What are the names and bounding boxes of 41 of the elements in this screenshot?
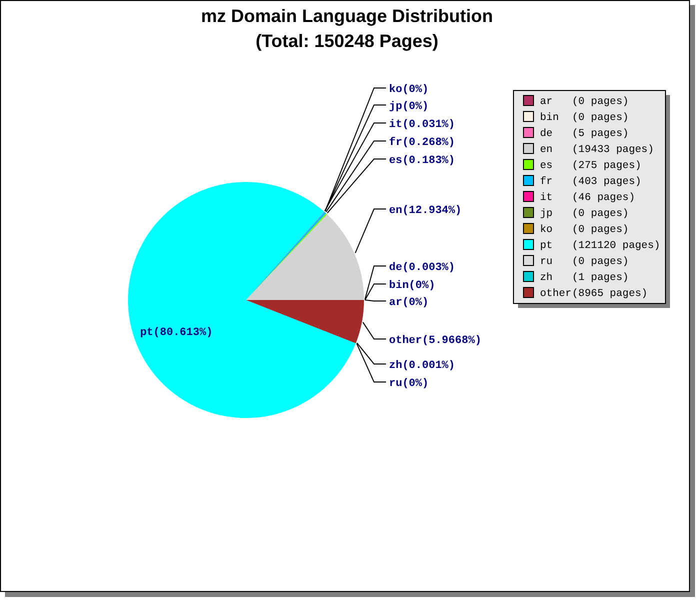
slice-label: jp(0%) bbox=[389, 101, 429, 113]
legend-label: ar bbox=[540, 96, 553, 108]
legend-count: (0 pages) bbox=[572, 96, 629, 108]
slice-label: ko(0%) bbox=[389, 84, 429, 96]
slice-label: ru(0%) bbox=[389, 378, 429, 390]
slice-label: zh(0.001%) bbox=[389, 360, 456, 372]
legend-label: es bbox=[540, 160, 553, 172]
legend-count: (275 pages) bbox=[572, 160, 642, 172]
legend-count: (0 pages) bbox=[572, 112, 629, 124]
legend-count: (403 pages) bbox=[572, 176, 642, 188]
slice-label: de(0.003%) bbox=[389, 262, 456, 274]
legend-label: bin bbox=[540, 112, 559, 124]
legend-label: fr bbox=[540, 176, 553, 188]
slice-label: fr(0.268%) bbox=[389, 137, 456, 149]
legend-count: (5 pages) bbox=[572, 128, 629, 140]
legend-label: zh bbox=[540, 272, 553, 284]
slice-label: es(0.183%) bbox=[389, 155, 456, 167]
legend-count: (8965 pages) bbox=[572, 288, 648, 300]
slice-label: pt(80.613%) bbox=[140, 326, 213, 339]
slice-label: en(12.934%) bbox=[389, 205, 462, 217]
slice-label: ar(0%) bbox=[389, 297, 429, 309]
legend-count: (121120 pages) bbox=[572, 240, 660, 252]
legend-count: (46 pages) bbox=[572, 192, 636, 204]
legend-label: jp bbox=[540, 208, 553, 220]
chart-subtitle: (Total: 150248 Pages) bbox=[256, 31, 438, 51]
legend-label: other bbox=[540, 288, 572, 300]
legend-label: en bbox=[540, 144, 553, 156]
chart-title: mz Domain Language Distribution bbox=[201, 6, 493, 26]
slice-label: other(5.9668%) bbox=[389, 335, 482, 347]
legend-label: ru bbox=[540, 256, 553, 268]
slice-label: bin(0%) bbox=[389, 280, 436, 292]
legend-label: pt bbox=[540, 240, 553, 252]
legend-count: (0 pages) bbox=[572, 224, 629, 236]
legend-label: ko bbox=[540, 224, 553, 236]
legend-label: de bbox=[540, 128, 553, 140]
legend-label: it bbox=[540, 192, 553, 204]
legend-count: (0 pages) bbox=[572, 256, 629, 268]
legend-count: (1 pages) bbox=[572, 272, 629, 284]
legend-count: (19433 pages) bbox=[572, 144, 654, 156]
legend-count: (0 pages) bbox=[572, 208, 629, 220]
slice-label: it(0.031%) bbox=[389, 119, 456, 131]
